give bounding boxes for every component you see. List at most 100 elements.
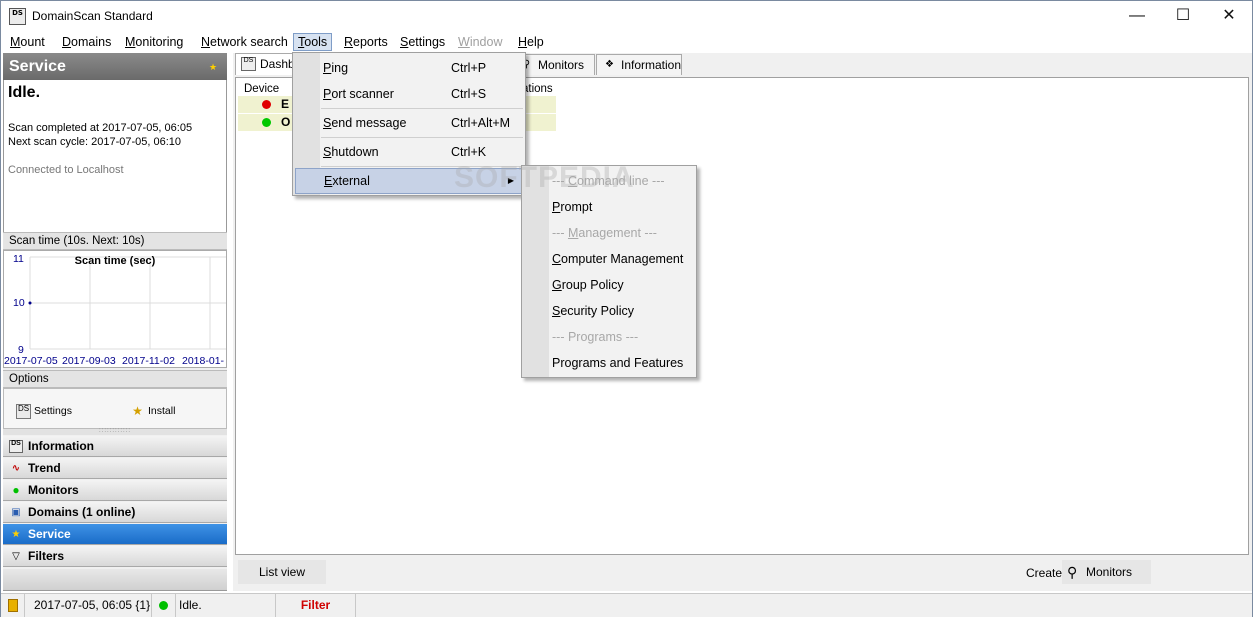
settings-option[interactable]: DS Settings	[16, 403, 72, 419]
x-tick-label: 2017-09-03	[62, 355, 116, 367]
close-icon[interactable]: ✕	[1206, 1, 1252, 31]
title-bar: DS DomainScan Standard — ☐ ✕	[1, 1, 1252, 31]
nav-domains-label: Domains (1 online)	[28, 505, 136, 519]
menu-header-management: --- Management ---	[552, 226, 657, 240]
nav-service[interactable]: ★ Service	[3, 524, 227, 545]
x-tick-label: 2017-07-05	[4, 355, 58, 367]
shortcut-ping: Ctrl+P	[451, 61, 487, 75]
info-icon: ❖	[605, 59, 614, 70]
shortcut-port-scanner: Ctrl+S	[451, 87, 487, 101]
ds-logo-icon: DS	[9, 440, 23, 453]
service-status: Idle.	[8, 84, 41, 101]
menu-item-send-message[interactable]: Send message Ctrl+Alt+M	[295, 110, 523, 136]
green-dot-icon: ●	[12, 483, 20, 497]
scan-time-chart: Scan time (sec) 11 10 9 2017-07-05 2017-…	[3, 250, 227, 368]
menu-item-ping[interactable]: Ping Ctrl+P	[295, 55, 523, 81]
settings-option-label: Settings	[34, 405, 72, 417]
menu-domains[interactable]: Domains	[58, 33, 115, 51]
status-text: Idle.	[176, 594, 276, 617]
install-wizard-icon: ★	[132, 403, 143, 418]
menu-reports[interactable]: Reports	[340, 33, 392, 51]
next-scan-text: Next scan cycle: 2017-07-05, 06:10	[8, 136, 182, 148]
options-header: Options	[3, 370, 227, 388]
status-date: 2017-07-05, 06:05 {1}	[25, 594, 152, 617]
maximize-icon[interactable]: ☐	[1160, 1, 1206, 31]
panel-splitter[interactable]: ::::::::::::	[3, 428, 227, 435]
menu-item-port-scanner[interactable]: Port scanner Ctrl+S	[295, 81, 523, 107]
app-window: DS DomainScan Standard — ☐ ✕ Mount Domai…	[0, 0, 1253, 617]
scan-time-chart-svg: Scan time (sec) 11 10 9 2017-07-05 2017-…	[4, 253, 226, 367]
install-option[interactable]: ★ Install	[130, 403, 175, 419]
wizard-icon: ★	[11, 529, 21, 540]
external-submenu: --- Command line --- Prompt --- Manageme…	[521, 165, 697, 378]
menu-tools[interactable]: Tools	[293, 33, 333, 51]
online-dot-icon	[152, 594, 176, 617]
service-panel-header: Service ★	[3, 53, 227, 80]
menu-item-security-policy[interactable]: Security Policy	[524, 298, 694, 324]
y-tick-label: 10	[13, 297, 25, 309]
menu-bar: Mount Domains Monitoring Network search …	[1, 31, 1252, 52]
left-panel: Service ★ Idle. Scan completed at 2017-0…	[3, 53, 227, 591]
menu-item-computer-management[interactable]: Computer Management	[524, 246, 694, 272]
nav-trend-label: Trend	[28, 461, 61, 475]
menu-window[interactable]: Window	[454, 33, 506, 51]
tab-monitors-label: Monitors	[538, 58, 585, 72]
trend-icon: ∿	[11, 463, 21, 474]
connection-text: Connected to Localhost	[8, 164, 124, 176]
tab-information-label: Information	[621, 58, 682, 72]
data-point	[28, 301, 32, 305]
status-green-icon	[262, 118, 271, 127]
nav-filters-label: Filters	[28, 549, 65, 563]
filter-icon: ▽	[12, 551, 20, 562]
menu-item-programs-and-features[interactable]: Programs and Features	[524, 350, 694, 376]
options-panel: DS Settings ★ Install	[3, 388, 227, 429]
nav-service-label: Service	[28, 527, 71, 541]
settings-icon: DS	[16, 403, 31, 419]
create-monitors-label: Monitors	[1086, 565, 1133, 579]
menu-help[interactable]: Help	[514, 33, 548, 51]
x-tick-label: 2018-01-	[182, 355, 225, 367]
menu-monitoring[interactable]: Monitoring	[121, 33, 187, 51]
nav-footer	[3, 569, 227, 591]
chart-title: Scan time (sec)	[75, 255, 156, 267]
tab-dashboard-label: Dashb	[260, 57, 295, 71]
nav-domains[interactable]: ▣ Domains (1 online)	[3, 502, 227, 523]
menu-settings[interactable]: Settings	[396, 33, 449, 51]
filter-status[interactable]: Filter	[276, 594, 356, 617]
menu-mount[interactable]: Mount	[6, 33, 49, 51]
book-icon[interactable]	[1, 594, 25, 617]
nav-information[interactable]: DS Information	[3, 436, 227, 457]
wizard-icon[interactable]: ★	[209, 61, 221, 73]
menu-network-search[interactable]: Network search	[197, 33, 292, 51]
watermark: SOFTPEDIA	[454, 161, 635, 194]
menu-separator	[321, 137, 523, 138]
menu-item-group-policy[interactable]: Group Policy	[524, 272, 694, 298]
scan-completed-text: Scan completed at 2017-07-05, 06:05	[8, 122, 193, 134]
nav-trend[interactable]: ∿ Trend	[3, 458, 227, 479]
status-red-icon	[262, 100, 271, 109]
menu-separator	[321, 108, 523, 109]
status-bar: 2017-07-05, 06:05 {1} Idle. Filter	[1, 593, 1252, 617]
nav-information-label: Information	[28, 439, 94, 453]
scan-time-header: Scan time (10s. Next: 10s)	[3, 232, 227, 250]
ds-logo-icon: DS	[241, 57, 256, 71]
row-device-name: E	[281, 97, 290, 111]
minimize-icon[interactable]: —	[1114, 1, 1160, 31]
menu-item-prompt[interactable]: Prompt	[524, 194, 694, 220]
row-device-name: O	[281, 115, 291, 129]
nav-monitors[interactable]: ● Monitors	[3, 480, 227, 501]
install-option-label: Install	[148, 405, 176, 417]
nav-monitors-label: Monitors	[28, 483, 79, 497]
create-monitors-button[interactable]: ⚲ Monitors	[1062, 560, 1151, 584]
network-icon: ▣	[11, 507, 21, 518]
app-logo-icon: DS	[9, 8, 26, 25]
y-tick-label: 11	[13, 253, 24, 265]
menu-header-programs: --- Programs ---	[552, 330, 639, 344]
tab-information[interactable]: ❖ Information	[596, 54, 682, 75]
list-view-button[interactable]: List view	[238, 560, 326, 584]
service-header-label: Service	[9, 58, 66, 75]
shortcut-send-message: Ctrl+Alt+M	[451, 116, 511, 130]
create-label: Create:	[1026, 566, 1066, 580]
window-title: DomainScan Standard	[32, 9, 153, 23]
nav-filters[interactable]: ▽ Filters	[3, 546, 227, 567]
